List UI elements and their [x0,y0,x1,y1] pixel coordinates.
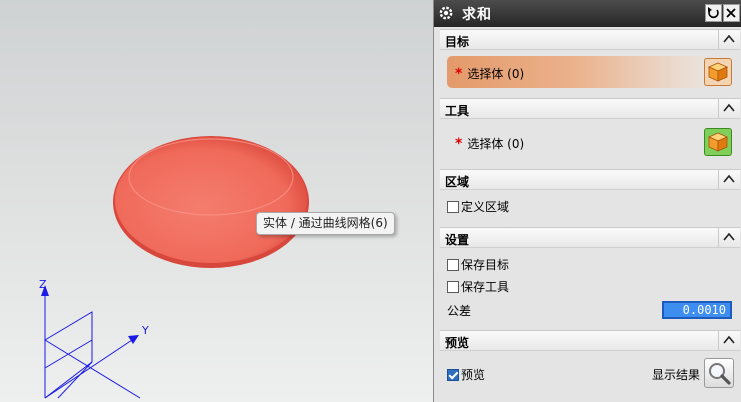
section-settings-header[interactable]: 设置 [440,227,740,248]
show-result-button[interactable] [704,358,734,388]
select-tool-body-row[interactable]: * 选择体 (0) [447,126,733,158]
selection-tooltip: 实体 / 通过曲线网格(6) [256,212,395,235]
required-mark: * [455,136,463,152]
tolerance-input[interactable]: 0.0010 [662,301,732,319]
select-target-body-row[interactable]: * 选择体 (0) [447,56,733,88]
select-tool-button[interactable] [704,128,732,156]
dialog-title: 求和 [462,7,492,23]
close-button[interactable] [723,4,740,22]
chevron-up-icon [723,103,735,112]
solid-body-icon [708,132,728,152]
select-target-label: 选择体 (0) [467,67,525,81]
select-tool-label: 选择体 (0) [467,137,525,151]
keep-tool-label: 保存工具 [461,280,510,294]
chevron-up-icon [723,174,735,183]
keep-target-checkbox[interactable] [447,259,459,271]
solid-body-icon [708,62,728,82]
collapse-preview-button[interactable] [718,331,740,350]
show-result-label: 显示结果 [652,368,701,382]
select-target-button[interactable] [704,58,732,86]
section-region-header[interactable]: 区域 [440,169,740,190]
unite-dialog: 求和 目标 * 选择体 (0) 工具 * 选择体 (0) 区域 定义区域 设置 … [433,0,741,402]
chevron-up-icon [723,34,735,43]
chevron-up-icon [723,335,735,344]
section-settings-label: 设置 [445,233,470,247]
collapse-region-button[interactable] [718,170,740,189]
keep-tool-checkbox[interactable] [447,281,459,293]
keep-target-row[interactable]: 保存目标 [447,256,737,278]
magnifier-icon [709,363,731,385]
section-target-header[interactable]: 目标 [440,29,740,50]
define-region-label: 定义区域 [461,200,510,214]
chevron-up-icon [723,232,735,241]
required-mark: * [455,66,463,82]
tolerance-label: 公差 [447,304,472,318]
keep-target-label: 保存目标 [461,258,510,272]
preview-checkbox[interactable] [447,369,459,381]
reset-button[interactable] [705,4,722,22]
graphics-viewport[interactable]: Z Y 实体 / 通过曲线网格(6) [0,0,433,402]
collapse-settings-button[interactable] [718,228,740,247]
section-preview-label: 预览 [445,336,470,350]
keep-tool-row[interactable]: 保存工具 [447,278,737,300]
preview-label: 预览 [461,368,486,382]
close-icon [726,8,736,18]
axis-label-z: Z [39,278,47,291]
axis-label-y: Y [141,324,149,337]
section-target-label: 目标 [445,35,470,49]
collapse-tool-button[interactable] [718,99,740,118]
dialog-titlebar: 求和 [434,0,741,27]
collapse-target-button[interactable] [718,30,740,49]
coordinate-triad: Z Y [39,278,149,399]
section-preview-header[interactable]: 预览 [440,330,740,351]
section-tool-label: 工具 [445,104,470,118]
section-region-label: 区域 [445,175,470,189]
reset-icon [708,7,719,19]
preview-row[interactable]: 预览 [447,366,647,388]
define-region-row[interactable]: 定义区域 [447,198,737,220]
gear-icon[interactable] [437,4,455,22]
define-region-checkbox[interactable] [447,201,459,213]
section-tool-header[interactable]: 工具 [440,98,740,119]
